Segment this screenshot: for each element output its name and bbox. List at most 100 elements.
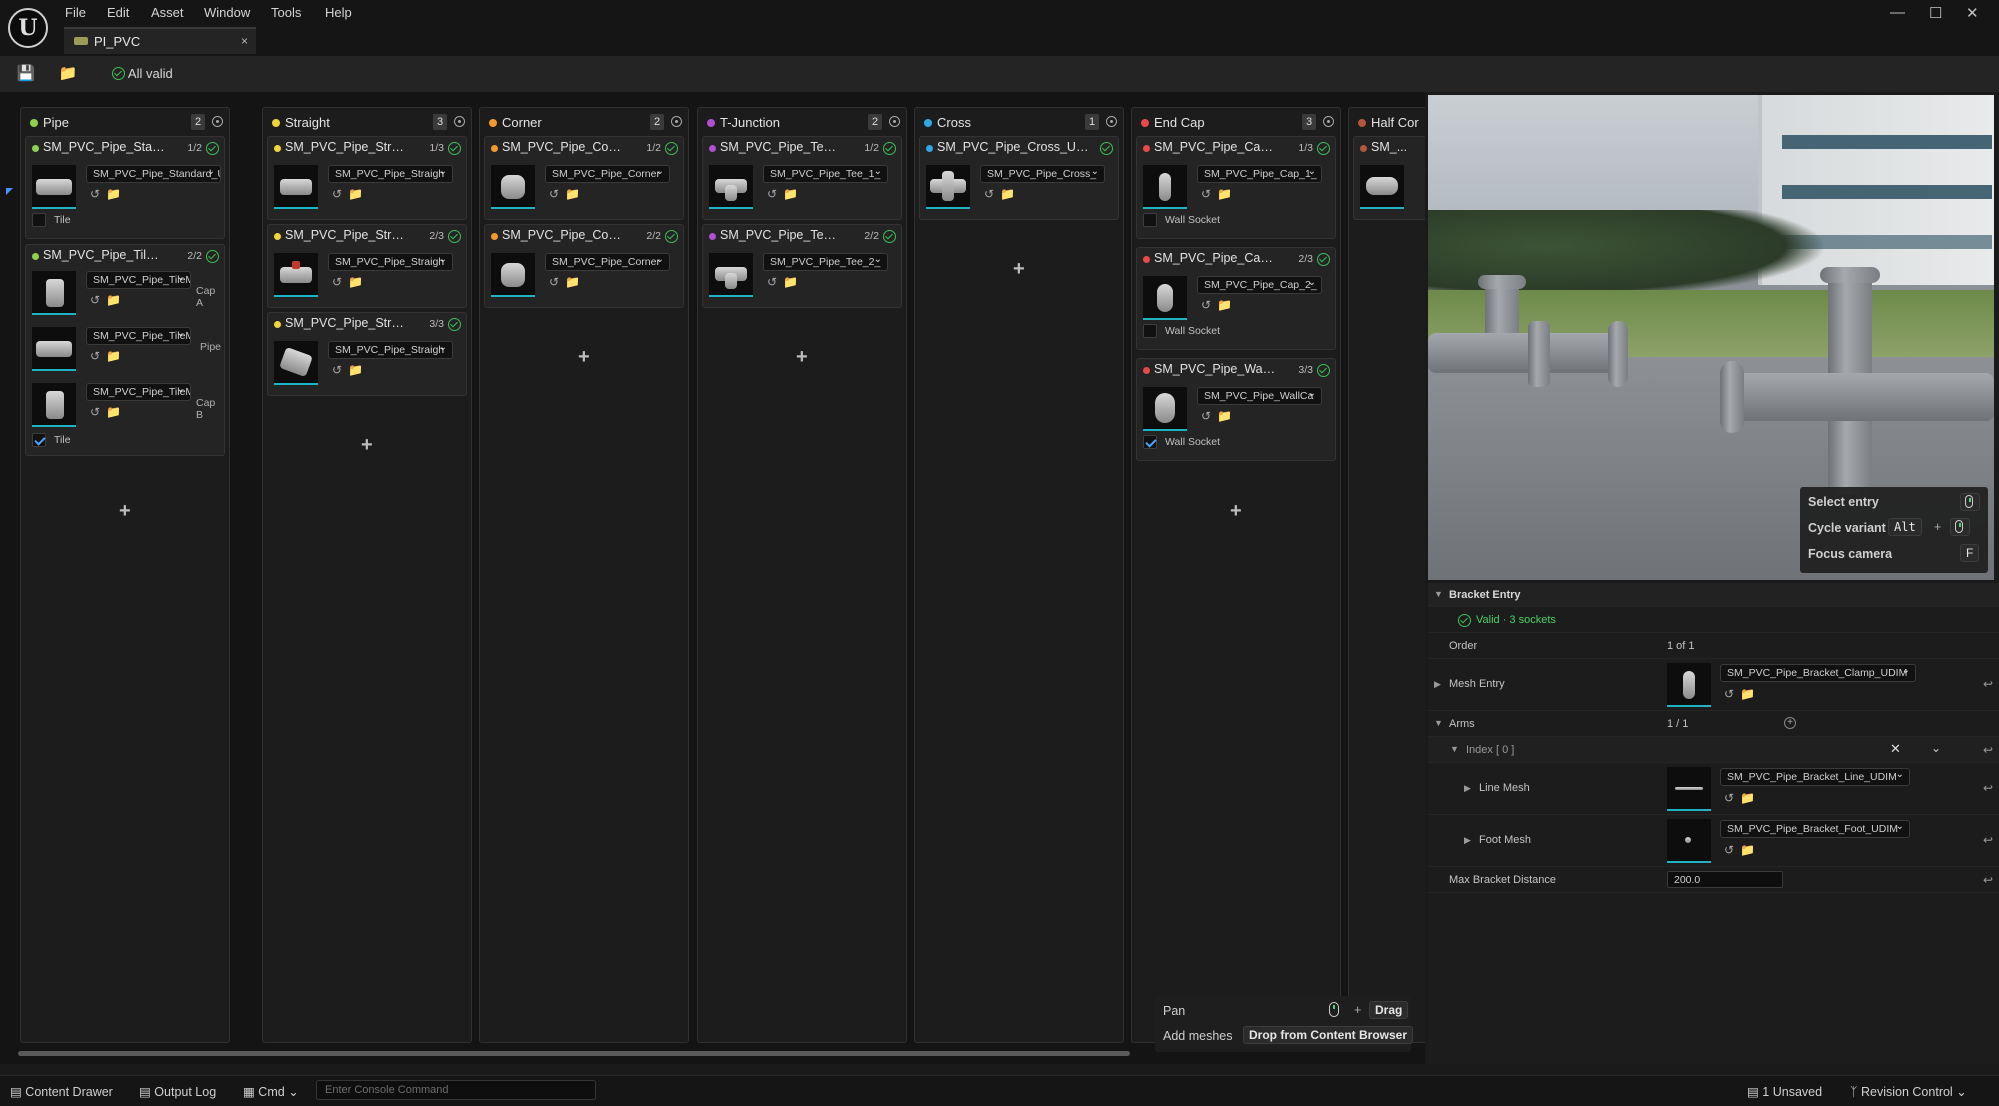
- mesh-entry-dropdown[interactable]: SM_PVC_Pipe_Bracket_Clamp_UDIM ⌄: [1720, 664, 1916, 682]
- mesh-dropdown[interactable]: SM_PVC_Pipe_Straigh ⌄: [328, 253, 453, 271]
- add-entry-button[interactable]: +: [796, 346, 808, 369]
- asset-action-icons[interactable]: ↺📁: [767, 275, 804, 289]
- entry-card[interactable]: SM_PVC_Pipe_Straigh... 2/3 SM_PVC_Pipe_St…: [267, 224, 467, 308]
- mesh-thumbnail[interactable]: [1667, 767, 1711, 811]
- collapse-icon[interactable]: ▼: [1434, 718, 1443, 728]
- mesh-thumbnail[interactable]: [274, 253, 318, 297]
- section-header[interactable]: ▼ Bracket Entry: [1428, 583, 1999, 607]
- entry-card[interactable]: SM_PVC_Pipe_Cross_UDIM SM_PVC_Pipe_Cross…: [919, 136, 1119, 220]
- cmd-dropdown[interactable]: ▦ Cmd ⌄: [243, 1084, 299, 1099]
- mesh-thumbnail[interactable]: [709, 165, 753, 209]
- asset-action-icons[interactable]: ↺📁: [549, 275, 586, 289]
- asset-action-icons[interactable]: ↺📁: [1724, 843, 1761, 857]
- mesh-thumbnail[interactable]: [491, 253, 535, 297]
- tile-checkbox[interactable]: [32, 213, 46, 227]
- asset-action-icons[interactable]: ↺📁: [1201, 409, 1238, 423]
- menu-tools[interactable]: Tools: [271, 5, 301, 20]
- menu-help[interactable]: Help: [325, 5, 352, 20]
- collapse-icon[interactable]: ▼: [1450, 744, 1459, 754]
- add-arm-icon[interactable]: +: [1784, 717, 1796, 729]
- mesh-thumbnail[interactable]: [1143, 276, 1187, 320]
- add-entry-button[interactable]: +: [1230, 500, 1242, 523]
- mesh-thumbnail[interactable]: [1360, 165, 1404, 209]
- asset-action-icons[interactable]: ↺📁: [549, 187, 586, 201]
- mesh-thumbnail[interactable]: [274, 341, 318, 385]
- asset-action-icons[interactable]: ↺📁: [984, 187, 1021, 201]
- mesh-thumbnail[interactable]: [491, 165, 535, 209]
- reset-icon[interactable]: ↩: [1983, 873, 1993, 887]
- mesh-dropdown[interactable]: SM_PVC_Pipe_WallCa ⌄: [1197, 387, 1322, 405]
- mesh-thumbnail[interactable]: [926, 165, 970, 209]
- asset-action-icons[interactable]: ↺📁: [767, 187, 804, 201]
- chevron-down-icon[interactable]: ⌄: [1931, 741, 1941, 755]
- mesh-dropdown[interactable]: SM_PVC_Pipe_Cap_2_ ⌄: [1197, 276, 1322, 294]
- menu-edit[interactable]: Edit: [107, 5, 129, 20]
- entry-card[interactable]: SM_...: [1353, 136, 1425, 220]
- mesh-dropdown[interactable]: SM_PVC_Pipe_TileM ⌄: [86, 383, 191, 401]
- asset-action-icons[interactable]: ↺📁: [1201, 187, 1238, 201]
- mesh-dropdown[interactable]: SM_PVC_Pipe_Tee_1_ ⌄: [763, 165, 888, 183]
- mesh-dropdown[interactable]: SM_PVC_Pipe_Straigh ⌄: [328, 165, 453, 183]
- preview-viewport[interactable]: Select entry Cycle variant Alt + Focus c…: [1428, 95, 1994, 580]
- entry-card[interactable]: SM_PVC_Pipe_Straigh... 1/3 SM_PVC_Pipe_St…: [267, 136, 467, 220]
- add-entry-button[interactable]: +: [1013, 258, 1025, 281]
- tab-close-icon[interactable]: ×: [241, 34, 248, 48]
- asset-action-icons[interactable]: ↺📁: [1724, 687, 1761, 701]
- mesh-dropdown[interactable]: SM_PVC_Pipe_Straigh ⌄: [328, 341, 453, 359]
- mesh-thumbnail[interactable]: [32, 165, 76, 209]
- mesh-dropdown[interactable]: SM_PVC_Pipe_Corner ⌄: [545, 253, 670, 271]
- tile-checkbox[interactable]: [32, 433, 46, 447]
- menu-asset[interactable]: Asset: [151, 5, 184, 20]
- entry-card[interactable]: SM_PVC_Pipe_Corner_... 2/2 SM_PVC_Pipe_Co…: [484, 224, 684, 308]
- mesh-thumbnail[interactable]: [1143, 387, 1187, 431]
- reset-icon[interactable]: ↩: [1983, 677, 1993, 691]
- expand-icon[interactable]: ▶: [1464, 783, 1471, 794]
- add-entry-button[interactable]: +: [361, 434, 373, 457]
- content-drawer-button[interactable]: ▤ Content Drawer: [10, 1084, 113, 1099]
- board-horizontal-scrollbar[interactable]: [18, 1051, 1130, 1056]
- entry-card[interactable]: SM_PVC_Pipe_Tee_1_... 1/2 SM_PVC_Pipe_Tee…: [702, 136, 902, 220]
- max-distance-input[interactable]: 200.0: [1667, 871, 1783, 888]
- browse-asset-icon[interactable]: 📁: [58, 64, 78, 84]
- wall-socket-checkbox[interactable]: [1143, 324, 1157, 338]
- asset-action-icons[interactable]: ↺📁: [90, 187, 127, 201]
- foot-mesh-dropdown[interactable]: SM_PVC_Pipe_Bracket_Foot_UDIM ⌄: [1720, 820, 1910, 838]
- maximize-button[interactable]: ☐: [1929, 4, 1942, 22]
- column-settings-icon[interactable]: [454, 116, 465, 127]
- unsaved-button[interactable]: ▤ 1 Unsaved: [1747, 1084, 1822, 1099]
- asset-action-icons[interactable]: ↺📁: [90, 349, 127, 363]
- asset-action-icons[interactable]: ↺📁: [332, 363, 369, 377]
- mesh-thumbnail[interactable]: [274, 165, 318, 209]
- remove-arm-icon[interactable]: ✕: [1890, 741, 1901, 757]
- asset-action-icons[interactable]: ↺📁: [332, 275, 369, 289]
- mesh-dropdown[interactable]: SM_PVC_Pipe_Cross_ ⌄: [980, 165, 1105, 183]
- expand-icon[interactable]: ▶: [1434, 679, 1441, 690]
- mesh-dropdown[interactable]: SM_PVC_Pipe_Cap_1_ ⌄: [1197, 165, 1322, 183]
- mesh-dropdown[interactable]: SM_PVC_Pipe_Standard_U ⌄: [86, 165, 221, 183]
- entry-card[interactable]: SM_PVC_Pipe_Straigh... 3/3 SM_PVC_Pipe_St…: [267, 312, 467, 396]
- asset-action-icons[interactable]: ↺📁: [90, 293, 127, 307]
- entry-card[interactable]: SM_PVC_Pipe_Tee_2_... 2/2 SM_PVC_Pipe_Tee…: [702, 224, 902, 308]
- wall-socket-checkbox[interactable]: [1143, 435, 1157, 449]
- close-window-button[interactable]: ✕: [1966, 4, 1979, 22]
- column-settings-icon[interactable]: [1106, 116, 1117, 127]
- asset-action-icons[interactable]: ↺📁: [1201, 298, 1238, 312]
- mesh-thumbnail[interactable]: [1667, 819, 1711, 863]
- mesh-thumbnail[interactable]: [32, 271, 76, 315]
- entry-card[interactable]: SM_PVC_Pipe_Cap_2_... 2/3 SM_PVC_Pipe_Cap…: [1136, 247, 1336, 350]
- minimize-button[interactable]: —: [1890, 4, 1905, 21]
- entry-card[interactable]: SM_PVC_Pipe_TileMesh_U... 2/2 SM_PVC_Pipe…: [25, 244, 225, 456]
- mesh-dropdown[interactable]: SM_PVC_Pipe_Tee_2_ ⌄: [763, 253, 888, 271]
- entry-card[interactable]: SM_PVC_Pipe_Standard_U... 1/2 SM_PVC_Pipe…: [25, 136, 225, 239]
- column-settings-icon[interactable]: [889, 116, 900, 127]
- entry-card[interactable]: SM_PVC_Pipe_Cap_1_... 1/3 SM_PVC_Pipe_Cap…: [1136, 136, 1336, 239]
- menu-file[interactable]: File: [65, 5, 86, 20]
- add-entry-button[interactable]: +: [578, 346, 590, 369]
- column-settings-icon[interactable]: [212, 116, 223, 127]
- output-log-button[interactable]: ▤ Output Log: [139, 1084, 216, 1099]
- tab-pi-pvc[interactable]: PI_PVC ×: [64, 27, 256, 54]
- entry-card[interactable]: SM_PVC_Pipe_Corner_... 1/2 SM_PVC_Pipe_Co…: [484, 136, 684, 220]
- menu-window[interactable]: Window: [204, 5, 250, 20]
- asset-action-icons[interactable]: ↺📁: [1724, 791, 1761, 805]
- mesh-thumbnail[interactable]: [1143, 165, 1187, 209]
